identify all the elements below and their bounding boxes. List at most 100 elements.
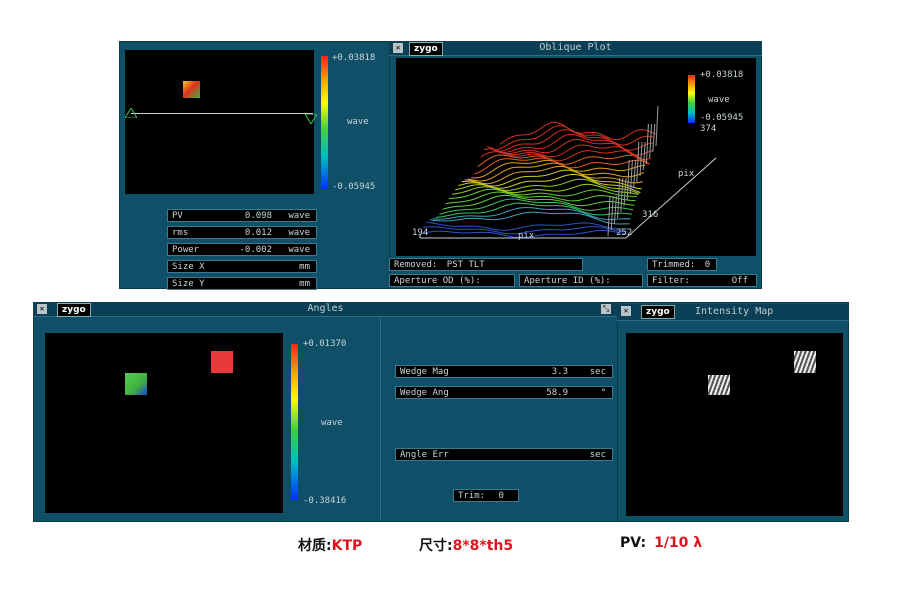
- size-caption: 尺寸:8*8*th5: [419, 535, 513, 555]
- filter-field: Filter: Off: [647, 274, 757, 287]
- color-scale-bar: [321, 56, 328, 189]
- stat-row: PV 0.098 wave: [167, 209, 317, 222]
- oblique-y-label: pix: [678, 169, 695, 179]
- wall-line: [633, 159, 637, 189]
- oblique-plot-panel: ✕ zygo Oblique Plot +0.03818 wave -0.059…: [389, 41, 762, 289]
- surface-sample-patch: [183, 81, 200, 98]
- axis-line: [625, 157, 717, 239]
- angles-scale-bar: [291, 344, 298, 500]
- scale-max-label: +0.03818: [332, 53, 376, 63]
- aperture-od-field: Aperture OD (%):: [389, 274, 515, 287]
- intensity-title: Intensity Map: [695, 306, 774, 317]
- angles-divider: [380, 318, 381, 520]
- oblique-plot-view: +0.03818 wave -0.05945 374 pix 316 194 p…: [396, 58, 756, 256]
- aperture-id-field: Aperture ID (%):: [519, 274, 643, 287]
- oblique-y-start: 374: [700, 124, 717, 134]
- fringe-patch-b: [794, 351, 816, 373]
- intensity-title-bar: ✕ zygo Intensity Map: [617, 304, 849, 321]
- stat-label: rms: [172, 228, 189, 238]
- surface-map-panel: +0.03818 wave -0.05945 PV 0.098 wave rms 0.0…: [119, 41, 394, 290]
- right-marker-icon[interactable]: [305, 114, 317, 124]
- intensity-map-panel: ✕ zygo Intensity Map: [617, 302, 849, 522]
- resize-icon[interactable]: ⤡: [601, 304, 611, 314]
- oblique-scale-min: -0.05945: [700, 113, 744, 123]
- profile-curve: [435, 202, 633, 218]
- stat-row: Power -0.002 wave: [167, 243, 317, 256]
- trimmed-value: 0: [704, 260, 711, 270]
- material-value: KTP: [331, 538, 363, 554]
- profile-curve: [483, 144, 651, 164]
- sample-b-patch: [211, 351, 233, 373]
- scale-min-label: -0.05945: [332, 182, 376, 192]
- material-label: 材质:: [298, 538, 332, 554]
- angles-map-view: [45, 333, 283, 513]
- scale-unit-label: wave: [347, 117, 369, 127]
- angles-scale-unit: wave: [321, 418, 343, 428]
- trim-value: 0: [498, 491, 504, 501]
- filter-value: Off: [731, 276, 748, 286]
- stat-value: -0.002: [239, 245, 272, 255]
- wall-line: [649, 123, 653, 159]
- stat-value: 0.098: [244, 211, 272, 221]
- close-icon[interactable]: ✕: [621, 306, 631, 316]
- size-value: 8*8*th5: [452, 538, 514, 554]
- oblique-scale-bar: [688, 75, 695, 123]
- oblique-y-end: 316: [642, 210, 659, 220]
- trim-field: Trim: 0: [453, 489, 519, 502]
- wall-line: [626, 159, 630, 201]
- wall-line: [610, 195, 614, 231]
- angle-err-field: Angle Err sec: [395, 448, 613, 461]
- wedge-mag-value: 3.3: [551, 367, 568, 377]
- angles-scale-max: +0.01370: [303, 339, 347, 349]
- angles-scale-min: -0.38416: [303, 496, 347, 506]
- profile-curve: [499, 121, 657, 145]
- oblique-scale-max: +0.03818: [700, 70, 744, 80]
- trimmed-field: Trimmed: 0: [647, 258, 717, 271]
- angles-panel: ✕ zygo Angles ⤡ +0.01370 wave -0.38416 W…: [33, 302, 618, 522]
- profile-line[interactable]: [131, 113, 313, 114]
- wall-line: [652, 123, 656, 153]
- stat-label: Power: [172, 245, 200, 255]
- pv-label: PV:: [620, 535, 647, 551]
- wedge-ang-field: Wedge Ang 58.9 °: [395, 386, 613, 399]
- size-label: 尺寸:: [419, 538, 453, 554]
- angles-title: Angles: [307, 303, 344, 314]
- oblique-scale-unit: wave: [708, 95, 730, 105]
- left-marker-icon[interactable]: [125, 108, 137, 118]
- stat-label: Size Y: [172, 279, 205, 289]
- pv-value: 1/10 λ: [654, 535, 703, 551]
- oblique-x-end: 252: [616, 228, 633, 238]
- stat-unit: mm: [299, 279, 310, 289]
- stat-unit: wave: [288, 228, 310, 238]
- removed-field: Removed: PST TLT: [389, 258, 583, 271]
- wall-line: [613, 195, 617, 225]
- stat-row: Size X mm: [167, 260, 317, 273]
- surface-map-view: [125, 50, 317, 194]
- stat-value: 0.012: [244, 228, 272, 238]
- pv-caption: PV: 1/10 λ: [620, 535, 702, 551]
- stat-label: Size X: [172, 262, 205, 272]
- profile-curve: [448, 188, 637, 200]
- stat-unit: wave: [288, 211, 310, 221]
- angles-title-bar: ✕ zygo Angles ⤡: [33, 302, 618, 317]
- oblique-x-start: 194: [412, 228, 429, 238]
- removed-value: PST TLT: [446, 260, 485, 270]
- fringe-patch-a: [708, 375, 730, 395]
- sample-a-patch: [125, 373, 147, 395]
- oblique-x-label: pix: [518, 231, 535, 241]
- wall-line: [655, 105, 659, 147]
- profile-curve: [490, 133, 653, 156]
- stat-row: rms 0.012 wave: [167, 226, 317, 239]
- intensity-map-view: [626, 333, 843, 516]
- wedge-mag-field: Wedge Mag 3.3 sec: [395, 365, 613, 378]
- wedge-ang-value: 58.9: [546, 388, 568, 398]
- zygo-logo: zygo: [641, 305, 675, 319]
- oblique-title-bar: ✕ zygo Oblique Plot: [389, 41, 762, 56]
- stat-row: Size Y mm: [167, 277, 317, 290]
- stat-unit: wave: [288, 245, 310, 255]
- oblique-3d-plot: [419, 105, 717, 239]
- stat-unit: mm: [299, 262, 310, 272]
- material-caption: 材质:KTP: [298, 535, 362, 555]
- stat-label: PV: [172, 211, 183, 221]
- oblique-title: Oblique Plot: [539, 42, 612, 53]
